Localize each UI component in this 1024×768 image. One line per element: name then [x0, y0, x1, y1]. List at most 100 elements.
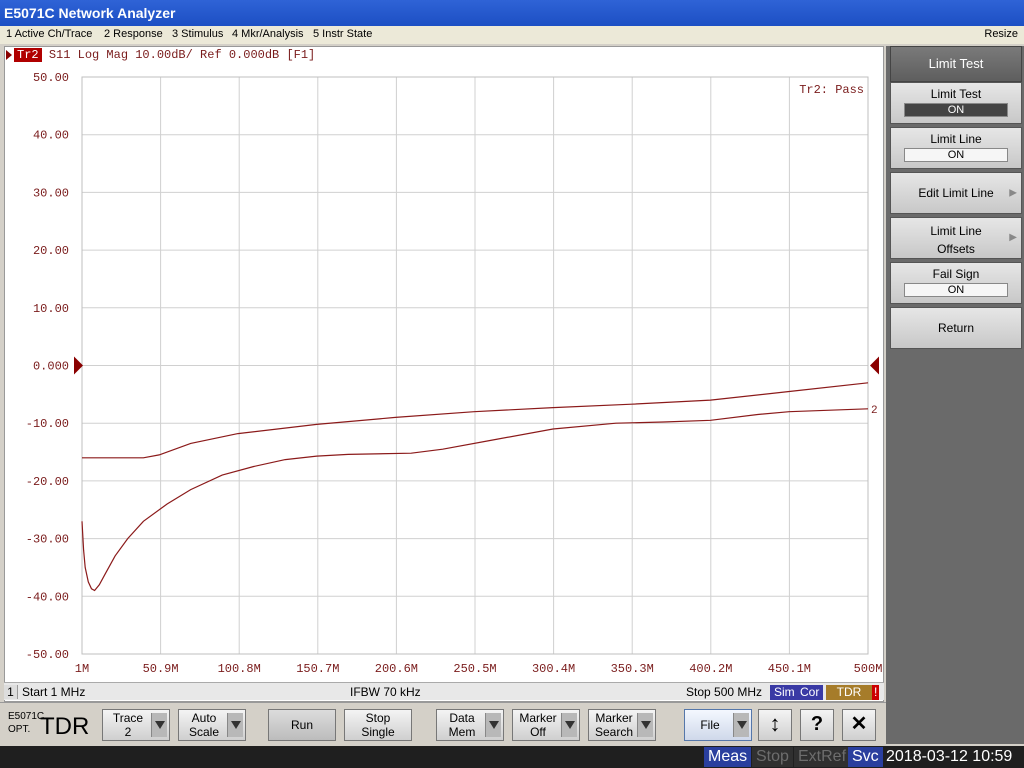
limit-line-softkey[interactable]: Limit Line ON: [890, 127, 1022, 169]
logo-opt: OPT.: [8, 724, 31, 735]
x-tick-label: 400.2M: [689, 662, 732, 676]
limit-test-value: ON: [904, 103, 1008, 117]
x-tick-label: 300.4M: [532, 662, 575, 676]
x-tick-label: 200.6M: [375, 662, 418, 676]
logo-tdr: TDR: [40, 713, 90, 740]
trace-button-value: 2: [124, 725, 132, 739]
auto-scale-button[interactable]: Auto Scale: [178, 709, 246, 741]
y-tick-label: 30.00: [33, 186, 69, 200]
stop-indicator: Stop: [752, 747, 793, 767]
limit-test-softkey[interactable]: Limit Test ON: [890, 82, 1022, 124]
start-frequency[interactable]: Start 1 MHz: [22, 685, 85, 699]
marker-search-label-1: Marker: [595, 711, 633, 725]
edit-limit-line-label: Edit Limit Line: [918, 186, 994, 200]
run-button[interactable]: Run: [268, 709, 336, 741]
data-mem-label-1: Data: [449, 711, 475, 725]
trace-button[interactable]: Trace 2: [102, 709, 170, 741]
marker-search-button[interactable]: Marker Search: [588, 709, 656, 741]
extref-indicator: ExtRef: [794, 747, 851, 767]
footer-status: Meas Stop ExtRef Svc 2018-03-12 10:59: [0, 746, 1024, 768]
return-softkey[interactable]: Return: [890, 307, 1022, 349]
plot-area[interactable]: 1M 50.9M 100.8M 150.7M 200.6M 250.5M 300.4M 350…: [4, 46, 884, 702]
channel-number: 1: [4, 685, 18, 699]
auto-scale-label-2: Scale: [188, 725, 220, 739]
trace-badge[interactable]: Tr2: [14, 48, 42, 62]
stop-single-button[interactable]: Stop Single: [344, 709, 412, 741]
chevron-down-icon[interactable]: [733, 713, 749, 737]
limit-line-offsets-softkey[interactable]: Limit Line Offsets ▶: [890, 217, 1022, 259]
chevron-down-icon[interactable]: [485, 713, 501, 737]
x-tick-label: 250.5M: [453, 662, 496, 676]
x-tick-label: 350.3M: [611, 662, 654, 676]
marker-off-button[interactable]: Marker Off: [512, 709, 580, 741]
x-tick-label: 100.8M: [218, 662, 261, 676]
submenu-arrow-icon: ▶: [1009, 187, 1017, 199]
edit-limit-line-softkey[interactable]: Edit Limit Line ▶: [890, 172, 1022, 214]
fail-sign-value: ON: [904, 283, 1008, 297]
close-icon[interactable]: ✕: [842, 709, 876, 741]
file-button[interactable]: File: [684, 709, 752, 741]
chevron-down-icon[interactable]: [561, 713, 577, 737]
limit-test-label: Limit Test: [930, 87, 982, 101]
x-tick-label: 1M: [75, 662, 89, 676]
status-bar: 1 Start 1 MHz IFBW 70 kHz Stop 500 MHz S…: [4, 682, 884, 700]
chevron-down-icon[interactable]: [151, 713, 167, 737]
data-mem-label-2: Mem: [448, 725, 476, 739]
softkey-menu-title: Limit Test: [890, 46, 1022, 82]
menu-item-active-ch-trace[interactable]: 1 Active Ch/Trace: [6, 28, 92, 40]
help-icon[interactable]: ?: [800, 709, 834, 741]
stop-single-label-1: Stop: [365, 711, 391, 725]
x-tick-label: 150.7M: [296, 662, 339, 676]
x-tick-label: 450.1M: [768, 662, 811, 676]
data-mem-button[interactable]: Data Mem: [436, 709, 504, 741]
trace-header: Tr2 S11 Log Mag 10.00dB/ Ref 0.000dB [F1…: [4, 48, 315, 62]
stop-single-label-2: Single: [361, 725, 395, 739]
y-tick-label: 50.00: [33, 71, 69, 85]
updown-arrow-icon[interactable]: ↕: [758, 709, 792, 741]
warning-indicator: !: [872, 685, 880, 700]
limit-line-label: Limit Line: [930, 132, 982, 146]
softkey-panel: Limit Test Limit Test ON Limit Line ON E…: [886, 46, 1024, 744]
datetime: 2018-03-12 10:59: [886, 748, 1013, 765]
menu-item-mkr-analysis[interactable]: 4 Mkr/Analysis: [232, 28, 304, 40]
logo-model: E5071C: [8, 711, 45, 722]
trace-settings: S11 Log Mag 10.00dB/ Ref 0.000dB [F1]: [48, 48, 316, 62]
bottom-toolbar: E5071C OPT. TDR Trace 2 Auto Scale Run S…: [0, 702, 886, 746]
chevron-down-icon[interactable]: [227, 713, 243, 737]
menu-item-instr-state[interactable]: 5 Instr State: [313, 28, 372, 40]
active-trace-arrow-icon: [6, 49, 12, 60]
marker-search-label-2: Search: [594, 725, 634, 739]
tdr-indicator: TDR: [826, 685, 872, 700]
cor-indicator: Cor: [796, 685, 824, 700]
y-tick-label: -20.00: [26, 475, 69, 489]
limit-line-offsets-label-2: Offsets: [937, 242, 975, 256]
trace-chart: 1M 50.9M 100.8M 150.7M 200.6M 250.5M 300.4M 350…: [26, 71, 883, 676]
limit-line-value: ON: [904, 148, 1008, 162]
sim-indicator: Sim: [770, 685, 799, 700]
fail-sign-label: Fail Sign: [932, 267, 980, 281]
submenu-arrow-icon: ▶: [1009, 232, 1017, 243]
marker-off-label-1: Marker: [519, 711, 557, 725]
trace-number-label: 2: [871, 405, 878, 417]
y-tick-label: 20.00: [33, 244, 69, 258]
stop-frequency[interactable]: Stop 500 MHz: [686, 685, 762, 699]
menu-item-response[interactable]: 2 Response: [104, 28, 163, 40]
trace-button-label: Trace: [112, 711, 144, 725]
resize-button[interactable]: Resize: [984, 28, 1018, 40]
svc-indicator: Svc: [848, 747, 883, 767]
instrument-logo: E5071C OPT. TDR: [8, 711, 90, 741]
meas-indicator: Meas: [704, 747, 752, 767]
y-tick-label: -50.00: [26, 648, 69, 662]
y-tick-label: 10.00: [33, 302, 69, 316]
file-button-label: File: [700, 718, 720, 732]
chevron-down-icon[interactable]: [637, 713, 653, 737]
y-tick-label: -10.00: [26, 417, 69, 431]
window-title: E5071C Network Analyzer: [0, 0, 1024, 26]
fail-sign-softkey[interactable]: Fail Sign ON: [890, 262, 1022, 304]
limit-line-offsets-label-1: Limit Line: [930, 224, 982, 238]
reference-right-marker-icon: [870, 356, 879, 375]
ifbw-value[interactable]: IFBW 70 kHz: [350, 685, 421, 699]
pass-indicator: Tr2: Pass: [799, 83, 864, 97]
y-tick-label: 40.00: [33, 129, 69, 143]
menu-item-stimulus[interactable]: 3 Stimulus: [172, 28, 223, 40]
